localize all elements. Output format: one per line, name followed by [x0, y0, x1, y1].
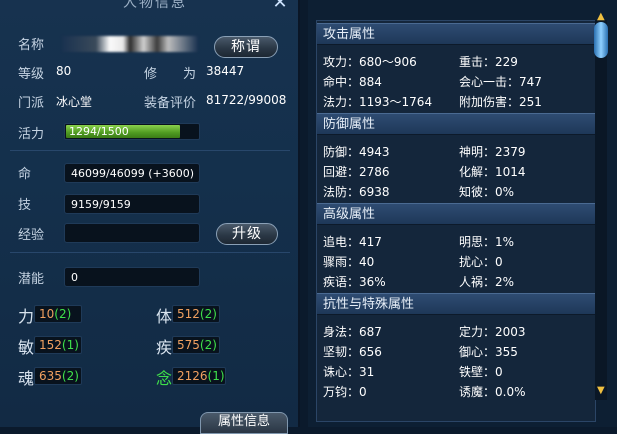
cultivation-value: 38447	[206, 64, 245, 78]
stat-extra-damage: 附加伤害：251	[459, 95, 542, 109]
attr-label-soul: 魂	[18, 369, 35, 388]
stat-raoxin: 扰心：0	[459, 255, 503, 269]
sect-value: 冰心堂	[56, 95, 93, 109]
skill-field: 9159/9159	[64, 194, 200, 214]
vitality-bar: 1294/1500	[64, 123, 200, 140]
stat-wanjun: 万钧：0	[323, 385, 367, 399]
stat-critical: 会心一击：747	[459, 75, 542, 89]
exp-field	[64, 223, 200, 243]
scroll-thumb[interactable]	[594, 22, 608, 58]
attr-label-agility: 敏	[18, 338, 35, 357]
character-info-panel: 人物信息 ✕ 名称 称谓 等级 80 修 为 38447 门派 冰心堂 装备评价…	[0, 0, 300, 434]
attribute-detail-panel: 攻击属性 攻力：680～906 重击：229 命中：884 会心一击：747 法…	[308, 0, 617, 427]
section-defense: 防御属性	[317, 113, 595, 135]
level-label: 等级	[18, 67, 45, 82]
stat-renhuo: 人祸：2%	[459, 275, 515, 289]
stat-dingli: 定力：2003	[459, 325, 526, 339]
scrollbar[interactable]	[595, 20, 607, 400]
name-label: 名称	[18, 38, 45, 53]
stat-crit-hit: 重击：229	[459, 55, 518, 69]
divider	[10, 252, 290, 253]
character-name-redacted	[62, 36, 198, 52]
stat-yuxin: 御心：355	[459, 345, 518, 359]
attr-value-soul: 635(2)	[34, 367, 82, 385]
attr-value-constitution: 512(2)	[172, 305, 220, 323]
stat-accuracy: 命中：884	[323, 75, 382, 89]
cultivation-label: 修 为	[144, 67, 197, 82]
attr-label-strength: 力	[18, 307, 35, 326]
section-resist: 抗性与特殊属性	[317, 293, 595, 315]
close-icon[interactable]: ✕	[270, 0, 290, 12]
rating-label: 装备评价	[144, 96, 197, 111]
scroll-down-icon[interactable]: ▼	[597, 386, 607, 396]
stat-insight: 知彼：0%	[459, 185, 515, 199]
stat-jianren: 坚韧：656	[323, 345, 382, 359]
stat-magic: 法力：1193～1764	[323, 95, 433, 109]
stat-attack: 攻力：680～906	[323, 55, 417, 69]
stat-youmo: 诱魔：0.0%	[459, 385, 526, 399]
stat-magic-defense: 法防：6938	[323, 185, 390, 199]
life-field: 46099/46099 (+3600)	[64, 163, 200, 183]
stat-defense: 防御：4943	[323, 145, 390, 159]
stat-jiyu: 疾语：36%	[323, 275, 386, 289]
attribute-info-tab[interactable]: 属性信息	[200, 412, 288, 434]
rating-value: 81722/99008	[206, 93, 287, 107]
title-button[interactable]: 称谓	[214, 36, 278, 58]
exp-label: 经验	[18, 228, 45, 243]
life-label: 命	[18, 167, 32, 182]
level-value: 80	[56, 64, 72, 78]
attr-value-strength: 10(2)	[34, 305, 82, 323]
divider	[10, 150, 290, 151]
attr-value-speed: 575(2)	[172, 336, 220, 354]
attr-label-speed: 疾	[156, 338, 173, 357]
stat-divinity: 神明：2379	[459, 145, 526, 159]
scroll-up-icon[interactable]: ▲	[597, 12, 607, 22]
section-attack: 攻击属性	[317, 23, 595, 45]
stat-mingsi: 明思：1%	[459, 235, 515, 249]
attr-label-mind: 念	[156, 369, 173, 388]
stat-zhuxin: 诛心：31	[323, 365, 375, 379]
vitality-value: 1294/1500	[69, 125, 129, 138]
vitality-label: 活力	[18, 127, 45, 142]
sect-label: 门派	[18, 96, 45, 111]
potential-field: 0	[64, 267, 200, 287]
stat-evasion: 回避：2786	[323, 165, 390, 179]
section-advanced: 高级属性	[317, 203, 595, 225]
stat-resolve: 化解：1014	[459, 165, 526, 179]
stat-zhuidian: 追电：417	[323, 235, 382, 249]
window-title: 人物信息	[123, 0, 187, 11]
attribute-list: 攻击属性 攻力：680～906 重击：229 命中：884 会心一击：747 法…	[316, 20, 596, 422]
attr-value-agility: 152(1)	[34, 336, 82, 354]
upgrade-button[interactable]: 升级	[216, 223, 278, 245]
stat-shenfa: 身法：687	[323, 325, 382, 339]
attr-label-constitution: 体	[156, 307, 173, 326]
stat-tiebi: 铁壁：0	[459, 365, 503, 379]
skill-label: 技	[18, 198, 32, 213]
stat-zhouyu: 骤雨：40	[323, 255, 375, 269]
potential-label: 潜能	[18, 272, 45, 287]
attr-value-mind: 2126(1)	[172, 367, 226, 385]
